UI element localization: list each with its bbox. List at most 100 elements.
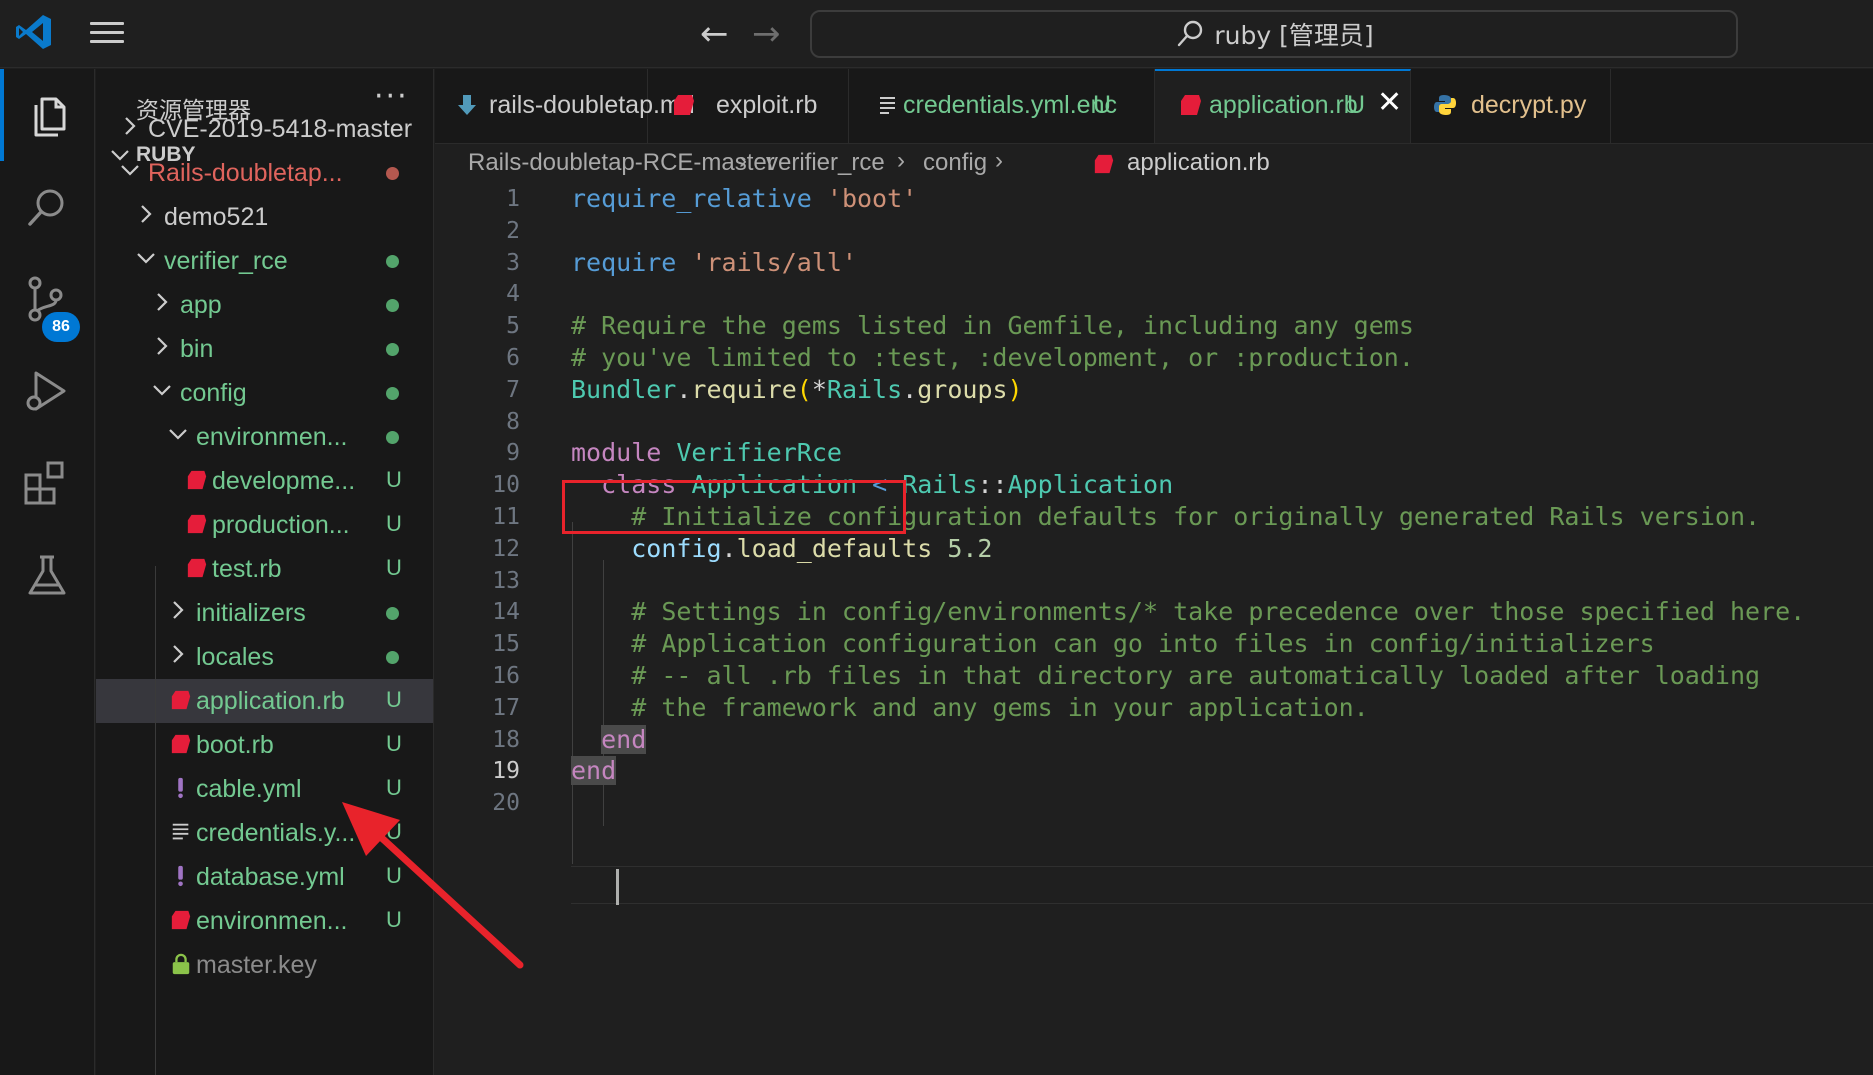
tab-application-rb[interactable]: application.rb U ✕ <box>1155 69 1411 143</box>
extensions-icon[interactable] <box>0 437 95 529</box>
file-name: initializers <box>196 599 306 627</box>
file-name: environmen... <box>196 907 348 935</box>
line-number: 15 <box>492 631 520 658</box>
folder-item[interactable]: initializers <box>96 591 433 635</box>
tab-rails-doubletap-md[interactable]: rails-doubletap.md <box>435 69 695 143</box>
code-token: require_relative <box>571 184 812 213</box>
code-editor[interactable]: 1 2 3 4 5 6 7 8 9 10 11 12 13 14 15 16 17 18 19 20 require_… <box>435 182 1873 1075</box>
folder-item[interactable]: environmen... <box>96 415 433 459</box>
file-name: config <box>180 379 247 407</box>
python-icon <box>1434 95 1456 115</box>
file-name: boot.rb <box>196 731 274 759</box>
folder-item[interactable]: locales <box>96 635 433 679</box>
vscode-logo-icon <box>16 15 51 49</box>
tree-indent-guide <box>155 566 156 1075</box>
forward-arrow-icon[interactable]: → <box>752 14 781 54</box>
breadcrumb-item[interactable]: Rails-doubletap-RCE-master <box>468 149 775 177</box>
untracked-status: U <box>386 467 402 492</box>
file-item[interactable]: production... U <box>96 503 433 547</box>
code-token: # Application configuration can go into … <box>631 629 1655 659</box>
breadcrumb-item[interactable]: verifier_rce <box>766 149 885 177</box>
tab-credentials-yml-enc[interactable]: credentials.yml.enc U <box>849 69 1155 143</box>
chevron-down-icon <box>153 385 171 396</box>
folder-item[interactable]: Rails-doubletap... <box>96 151 433 195</box>
line-number: 11 <box>492 504 520 530</box>
code-token: . <box>676 374 692 404</box>
breadcrumb-separator: › <box>897 147 905 174</box>
breadcrumb-item[interactable]: config <box>923 149 987 177</box>
chevron-down-icon <box>169 429 187 440</box>
code-token: . <box>902 374 918 404</box>
code-token: # you've limited to :test, :development,… <box>571 343 1414 372</box>
file-name: test.rb <box>212 555 282 583</box>
untracked-status: U <box>386 687 402 712</box>
tab-decrypt-py[interactable]: decrypt.py <box>1411 69 1611 143</box>
command-center-search[interactable]: ruby [管理员] <box>810 10 1738 58</box>
code-line: # -- all .rb files in that directory are… <box>571 661 1760 690</box>
text-cursor <box>616 869 619 905</box>
code-token: end <box>571 756 617 786</box>
back-arrow-icon[interactable]: ← <box>700 14 729 54</box>
code-token: require <box>571 247 677 277</box>
testing-icon[interactable] <box>0 529 95 621</box>
run-debug-icon[interactable] <box>0 345 95 437</box>
search-icon[interactable] <box>0 161 95 253</box>
chevron-right-icon <box>157 293 168 311</box>
hamburger-menu-icon[interactable] <box>90 22 124 46</box>
line-number: 13 <box>492 567 520 594</box>
code-token: groups <box>917 374 1008 404</box>
markdown-icon <box>458 95 476 115</box>
code-token: 5.2 <box>947 533 993 563</box>
tab-exploit-rb[interactable]: exploit.rb <box>648 69 849 143</box>
lock-icon <box>172 953 190 975</box>
file-name: application.rb <box>196 687 345 715</box>
folder-item[interactable]: app <box>96 283 433 327</box>
line-number: 9 <box>506 440 520 467</box>
folder-item[interactable]: CVE-2019-5418-master <box>96 107 433 151</box>
code-line: # you've limited to :test, :development,… <box>571 343 1414 372</box>
untracked-mark: U <box>1347 91 1366 119</box>
code-line: # Application configuration can go into … <box>571 629 1655 658</box>
file-name: CVE-2019-5418-master <box>148 115 413 143</box>
code-line: # Settings in config/environments/* take… <box>571 597 1805 626</box>
explorer-icon[interactable] <box>0 69 95 161</box>
line-number: 3 <box>506 249 520 276</box>
ruby-icon <box>1181 95 1201 115</box>
code-token: load_defaults <box>736 533 933 563</box>
tab-label: exploit.rb <box>716 91 818 119</box>
code-token: ) <box>1007 374 1023 404</box>
file-item[interactable]: boot.rb U <box>96 723 433 767</box>
ruby-icon <box>187 558 207 578</box>
tab-label: credentials.yml.enc <box>903 91 1117 119</box>
file-name: demo521 <box>164 203 269 231</box>
folder-item[interactable]: config <box>96 371 433 415</box>
search-icon <box>1178 20 1203 47</box>
folder-item[interactable]: demo521 <box>96 195 433 239</box>
folder-item[interactable]: verifier_rce <box>96 239 433 283</box>
red-arrow-annotation <box>342 802 524 969</box>
file-item[interactable]: test.rb U <box>96 547 433 591</box>
code-token: Rails <box>902 470 978 500</box>
line-number: 8 <box>506 408 520 435</box>
git-status-dot <box>386 343 399 356</box>
code-line: end <box>571 724 647 754</box>
folder-item[interactable]: bin <box>96 327 433 371</box>
file-item[interactable]: application.rb U <box>96 679 433 723</box>
search-text: ruby [管理员] <box>1214 21 1374 50</box>
breadcrumb-item[interactable]: application.rb <box>1127 149 1270 177</box>
file-name: bin <box>180 335 214 363</box>
chevron-right-icon <box>173 645 184 663</box>
file-item[interactable]: developme... U <box>96 459 433 503</box>
code-token: Application <box>1007 470 1174 500</box>
close-tab-icon[interactable]: ✕ <box>1377 85 1402 120</box>
code-line: require 'rails/all' <box>571 248 857 277</box>
code-token: Bundler <box>571 374 677 404</box>
line-number: 12 <box>492 535 520 562</box>
code-token: * <box>811 374 827 404</box>
